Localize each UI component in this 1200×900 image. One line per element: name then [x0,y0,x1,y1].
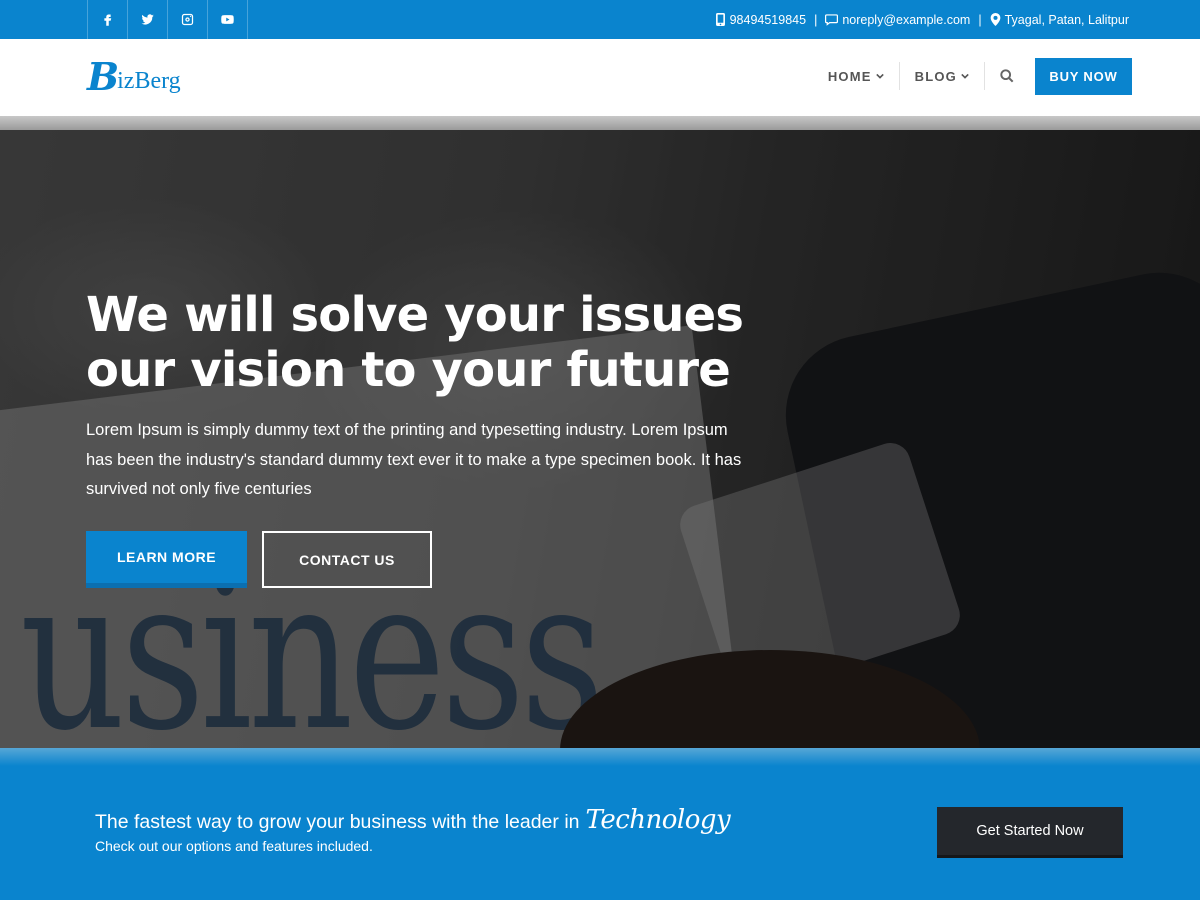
logo-initial: B [87,54,120,99]
nav-home-label: HOME [827,68,872,84]
search-icon [1000,69,1014,83]
nav-home[interactable]: HOME [813,62,900,90]
chevron-down-icon [875,73,884,79]
cta-edge [0,748,1200,766]
nav-blog-label: BLOG [914,68,957,84]
facebook-icon [104,14,112,26]
twitter-icon [141,14,154,25]
main-nav: HOME BLOG BUY NOW [813,57,1132,95]
get-started-button[interactable]: Get Started Now [937,807,1123,858]
cta-subtitle: Check out our options and features inclu… [95,838,373,854]
instagram-icon [181,13,194,26]
youtube-link[interactable] [208,0,248,39]
separator: | [978,12,982,27]
email-address: noreply@example.com [842,12,971,27]
email-item[interactable]: noreply@example.com [825,13,970,27]
header-divider [0,116,1200,130]
address-text: Tyagal, Patan, Lalitpur [1004,12,1129,27]
buy-now-button[interactable]: BUY NOW [1035,57,1132,95]
youtube-icon [221,15,234,24]
hero-title-line2: our vision to your future [86,342,731,398]
nav-blog[interactable]: BLOG [900,62,985,90]
cta-title-text: The fastest way to grow your business wi… [95,811,580,833]
address-item: Tyagal, Patan, Lalitpur [990,13,1129,27]
site-header: B izBerg HOME BLOG BUY NOW [0,39,1200,116]
phone-number: 98494519845 [729,12,807,27]
cta-title-highlight: Technology [585,805,731,835]
cta-title: The fastest way to grow your business wi… [95,805,731,835]
learn-more-button[interactable]: LEARN MORE [86,531,247,588]
facebook-link[interactable] [88,0,128,39]
contact-info: 98494519845 | noreply@example.com | Tyag… [715,0,1129,39]
hero-title: We will solve your issues our vision to … [86,288,786,398]
logo-text: izBerg [117,67,181,94]
chat-bubble-icon [825,13,839,26]
site-logo[interactable]: B izBerg [87,52,181,102]
hero-slider: usiness We will solve your issues our vi… [0,130,1200,762]
top-bar: 98494519845 | noreply@example.com | Tyag… [0,0,1200,39]
separator: | [814,12,818,27]
chevron-down-icon [961,73,969,79]
twitter-link[interactable] [128,0,168,39]
search-toggle[interactable] [985,62,1029,90]
contact-us-button[interactable]: CONTACT US [262,531,432,588]
map-marker-icon [990,13,1000,26]
hero-description: Lorem Ipsum is simply dummy text of the … [86,421,742,498]
social-links [87,0,248,39]
hero-title-line1: We will solve your issues [86,287,744,343]
instagram-link[interactable] [168,0,208,39]
mobile-phone-icon [715,13,725,26]
phone-item[interactable]: 98494519845 [715,13,806,27]
